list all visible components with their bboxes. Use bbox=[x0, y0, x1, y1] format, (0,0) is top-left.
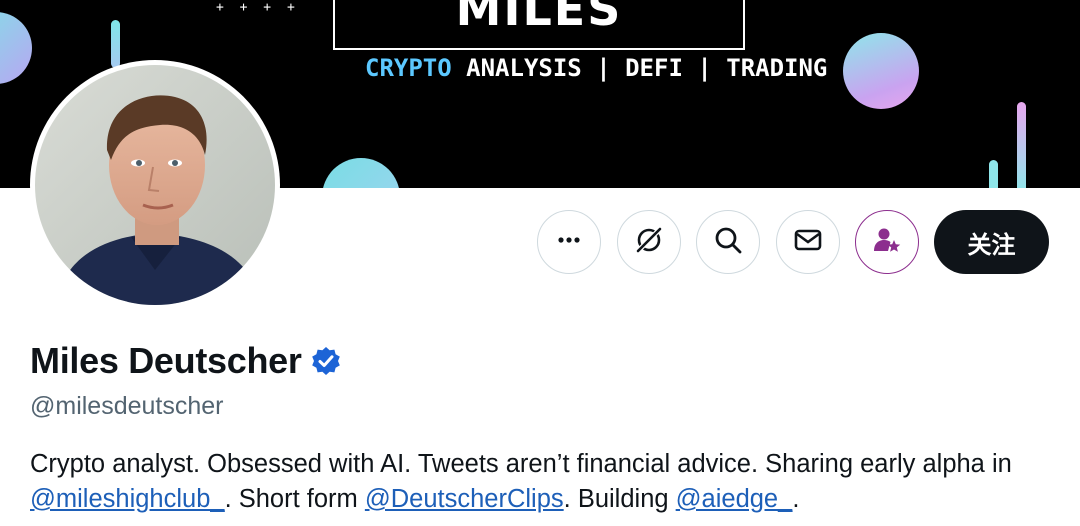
verified-badge-icon[interactable] bbox=[310, 345, 342, 377]
profile-name-row: Miles Deutscher bbox=[30, 340, 342, 382]
more-dots-icon bbox=[555, 226, 583, 259]
banner-decor-bar bbox=[111, 20, 120, 68]
banner-decor-circle bbox=[322, 158, 400, 188]
profile-name: Miles Deutscher bbox=[30, 340, 302, 381]
banner-decor-bar bbox=[989, 160, 998, 188]
message-button[interactable] bbox=[776, 210, 840, 274]
grok-button[interactable] bbox=[617, 210, 681, 274]
bio-text: Crypto analyst. Obsessed with AI. Tweets… bbox=[30, 450, 1012, 478]
bio-link-deutscherclips[interactable]: @DeutscherClips bbox=[365, 485, 564, 513]
banner-brand-title: MILES DEUTSCHER bbox=[333, 0, 745, 50]
banner-decor-circle bbox=[843, 33, 919, 109]
profile-bio: Crypto analyst. Obsessed with AI. Tweets… bbox=[30, 447, 1040, 517]
search-button[interactable] bbox=[696, 210, 760, 274]
banner-decor-bar bbox=[1017, 102, 1026, 188]
grok-icon bbox=[633, 224, 665, 261]
bio-link-aiedge[interactable]: @aiedge_ bbox=[676, 485, 793, 513]
more-button[interactable] bbox=[537, 210, 601, 274]
banner-tagline-rest: ANALYSIS | DEFI | TRADING bbox=[451, 54, 828, 82]
banner-sparkles: + + + + bbox=[216, 0, 299, 15]
person-star-icon bbox=[871, 224, 903, 261]
follow-button[interactable]: 关注 bbox=[934, 210, 1049, 274]
bio-text: . bbox=[792, 485, 800, 513]
envelope-icon bbox=[793, 225, 823, 260]
profile-handle: @milesdeutscher bbox=[30, 392, 224, 420]
banner-decor-circle bbox=[0, 12, 32, 84]
avatar-photo bbox=[35, 65, 275, 305]
avatar[interactable] bbox=[30, 60, 280, 310]
bio-link-mileshighclub[interactable]: @mileshighclub_ bbox=[30, 485, 225, 513]
search-icon bbox=[713, 225, 743, 260]
bio-text: . Building bbox=[563, 485, 676, 513]
subscribe-button[interactable] bbox=[855, 210, 919, 274]
banner-tagline: CRYPTO ANALYSIS | DEFI | TRADING bbox=[365, 54, 827, 82]
banner-tagline-accent: CRYPTO bbox=[365, 54, 452, 82]
bio-text: . Short form bbox=[224, 485, 365, 513]
